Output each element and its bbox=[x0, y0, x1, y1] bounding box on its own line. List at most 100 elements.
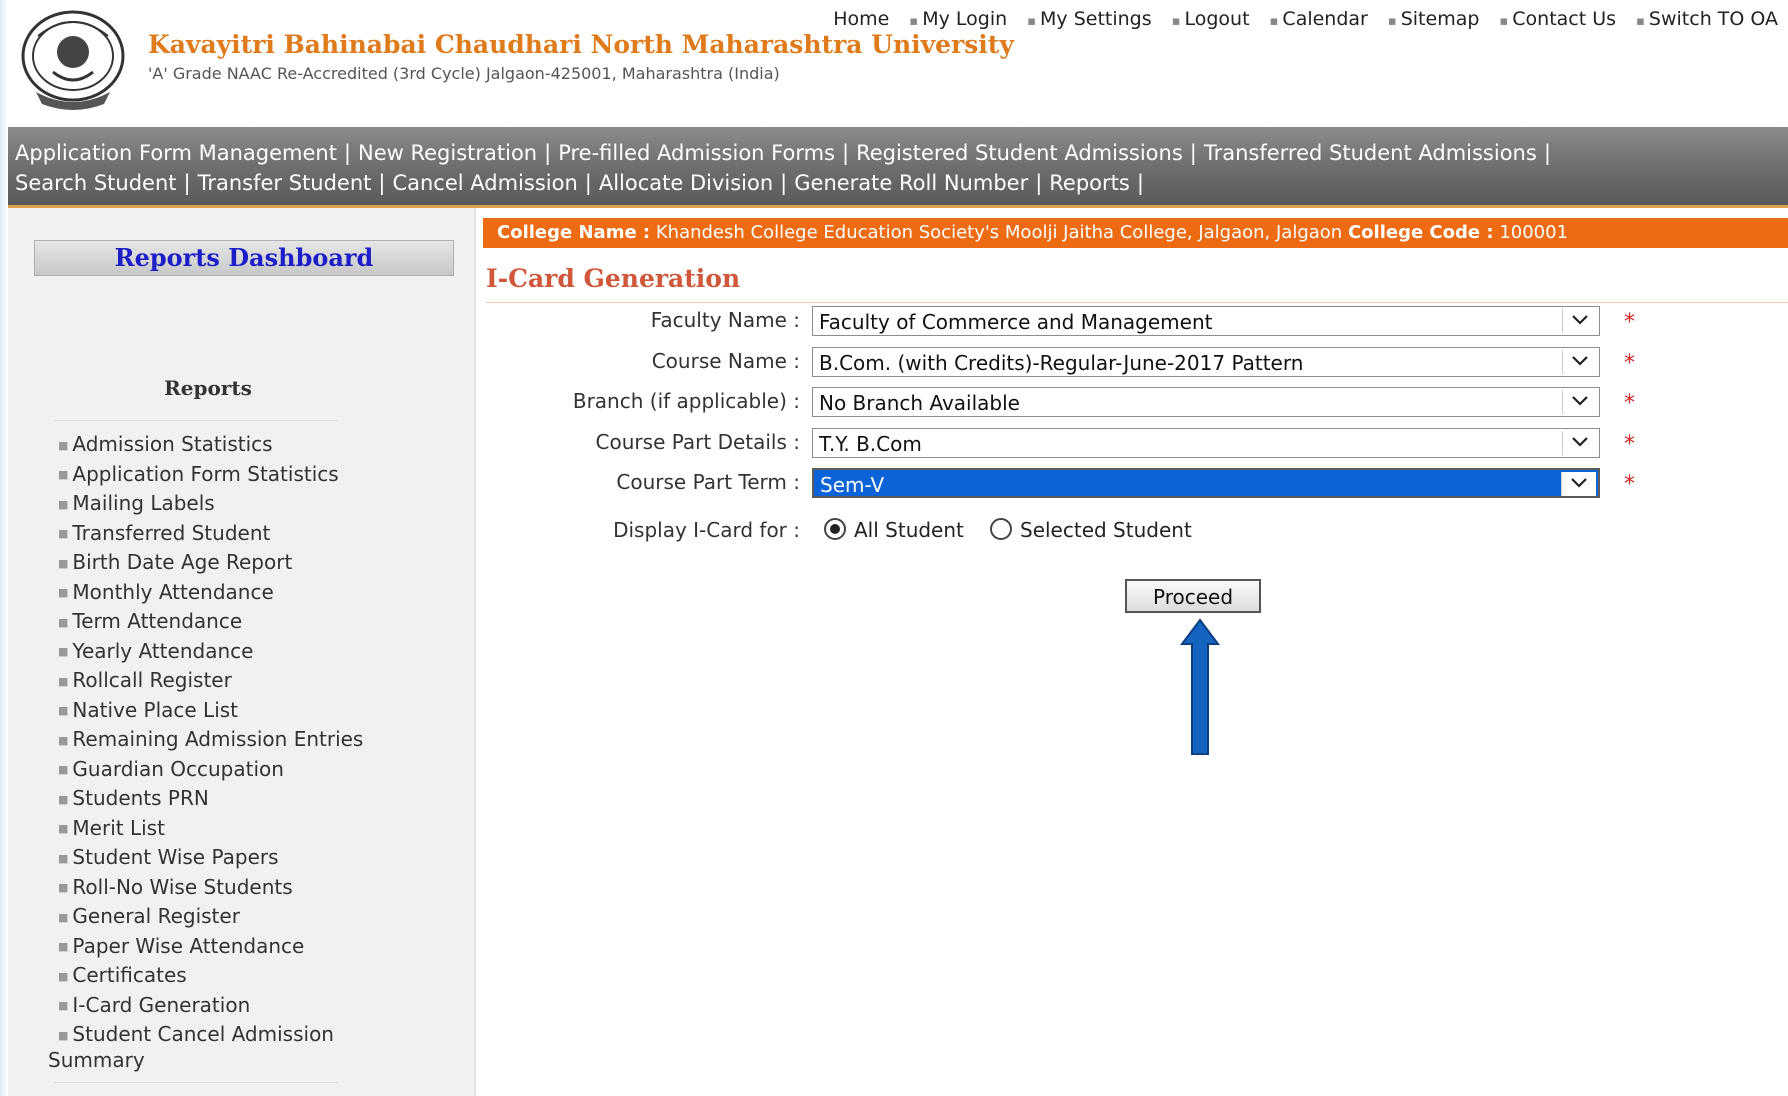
report-link-roll-no-wise-students[interactable]: ■ Roll-No Wise Students bbox=[48, 875, 378, 901]
top-link-logout[interactable]: Logout bbox=[1185, 8, 1250, 30]
university-subtitle: 'A' Grade NAAC Re-Accredited (3rd Cycle)… bbox=[148, 64, 780, 83]
bullet-icon: ■ bbox=[58, 586, 69, 599]
report-link-remaining-admission-entries[interactable]: ■ Remaining Admission Entries bbox=[48, 727, 378, 753]
title-divider bbox=[486, 302, 1788, 303]
report-link-application-form-statistics[interactable]: ■ Application Form Statistics bbox=[48, 462, 378, 488]
report-link-yearly-attendance[interactable]: ■ Yearly Attendance bbox=[48, 639, 378, 665]
nav-transferred-student-admissions[interactable]: Transferred Student Admissions bbox=[1204, 141, 1537, 165]
link-separator: ▪ bbox=[1027, 14, 1037, 29]
required-marker: * bbox=[1624, 391, 1635, 416]
reports-dashboard-title[interactable]: Reports Dashboard bbox=[34, 240, 454, 276]
left-decoration bbox=[0, 0, 8, 1096]
college-code-label: College Code : bbox=[1347, 222, 1494, 243]
college-info-bar: College Name : Khandesh College Educatio… bbox=[483, 218, 1788, 248]
form-row-faculty: Faculty Name : Faculty of Commerce and M… bbox=[486, 306, 1786, 340]
nav-registered-student-admissions[interactable]: Registered Student Admissions bbox=[856, 141, 1183, 165]
nav-new-registration[interactable]: New Registration bbox=[358, 141, 537, 165]
radio-selected-student-label[interactable]: Selected Student bbox=[1020, 518, 1192, 542]
course-part-term-label: Course Part Term : bbox=[616, 470, 800, 494]
nav-separator: | bbox=[780, 171, 788, 195]
nav-application-form-management[interactable]: Application Form Management bbox=[15, 141, 337, 165]
report-link-i-card-generation[interactable]: ■ I-Card Generation bbox=[48, 993, 378, 1019]
bullet-icon: ■ bbox=[58, 468, 69, 481]
report-link-native-place-list[interactable]: ■ Native Place List bbox=[48, 698, 378, 724]
reports-sidebar: Reports Dashboard Reports ■ Admission Sta… bbox=[8, 208, 476, 1096]
report-link-term-attendance[interactable]: ■ Term Attendance bbox=[48, 609, 378, 635]
proceed-button[interactable]: Proceed bbox=[1125, 579, 1261, 613]
bullet-icon: ■ bbox=[58, 704, 69, 717]
report-link-transferred-student[interactable]: ■ Transferred Student bbox=[48, 521, 378, 547]
report-link-students-prn[interactable]: ■ Students PRN bbox=[48, 786, 378, 812]
report-link-merit-list[interactable]: ■ Merit List bbox=[48, 816, 378, 842]
link-separator: ▪ bbox=[1499, 14, 1509, 29]
bullet-icon: ■ bbox=[58, 792, 69, 806]
bullet-icon: ■ bbox=[58, 527, 69, 540]
radio-all-student-label[interactable]: All Student bbox=[854, 518, 964, 542]
bullet-icon: ■ bbox=[58, 881, 69, 894]
nav-separator: | bbox=[343, 141, 351, 165]
college-name-label: College Name : bbox=[497, 222, 651, 243]
radio-all-student[interactable] bbox=[824, 518, 846, 540]
nav-cancel-admission[interactable]: Cancel Admission bbox=[392, 171, 577, 195]
radio-selected-student[interactable] bbox=[990, 518, 1012, 540]
report-link-birth-date-age-report[interactable]: ■ Birth Date Age Report bbox=[48, 550, 378, 576]
nav-reports[interactable]: Reports bbox=[1049, 171, 1130, 195]
top-link-my-settings[interactable]: My Settings bbox=[1040, 8, 1152, 30]
nav-allocate-division[interactable]: Allocate Division bbox=[599, 171, 773, 195]
nav-separator: | bbox=[1189, 141, 1197, 165]
chevron-down-icon[interactable] bbox=[1561, 472, 1596, 496]
report-link-student-cancel-admission-summary[interactable]: ■ Student Cancel Admission Summary bbox=[48, 1022, 378, 1072]
course-name-value: B.Com. (with Credits)-Regular-June-2017 … bbox=[819, 351, 1304, 375]
report-link-general-register[interactable]: ■ General Register bbox=[48, 904, 378, 930]
divider bbox=[54, 1082, 338, 1083]
nav-pre-filled-admission-forms[interactable]: Pre-filled Admission Forms bbox=[558, 141, 835, 165]
chevron-down-icon[interactable] bbox=[1562, 309, 1597, 333]
top-link-switch-to-oa[interactable]: Switch TO OA bbox=[1649, 8, 1778, 30]
display-icard-row: Display I-Card for : All Student Selecte… bbox=[486, 516, 1486, 550]
report-link-mailing-labels[interactable]: ■ Mailing Labels bbox=[48, 491, 378, 517]
top-link-sitemap[interactable]: Sitemap bbox=[1401, 8, 1480, 30]
branch-label: Branch (if applicable) : bbox=[572, 389, 800, 413]
link-separator: ▪ bbox=[1171, 14, 1181, 29]
university-name: Kavayitri Bahinabai Chaudhari North Maha… bbox=[148, 30, 1014, 59]
chevron-down-icon[interactable] bbox=[1562, 390, 1597, 414]
bullet-icon: ■ bbox=[58, 645, 69, 658]
report-link-admission-statistics[interactable]: ■ Admission Statistics bbox=[48, 432, 378, 458]
branch-select[interactable]: No Branch Available bbox=[812, 387, 1600, 417]
top-link-home[interactable]: Home bbox=[833, 8, 889, 30]
required-marker: * bbox=[1624, 472, 1635, 497]
report-link-monthly-attendance[interactable]: ■ Monthly Attendance bbox=[48, 580, 378, 606]
top-link-contact-us[interactable]: Contact Us bbox=[1512, 8, 1616, 30]
course-part-term-select[interactable]: Sem-V bbox=[812, 468, 1600, 498]
chevron-down-icon[interactable] bbox=[1562, 350, 1597, 374]
bullet-icon: ■ bbox=[58, 1028, 69, 1042]
bullet-icon: ■ bbox=[58, 556, 69, 570]
navbar-row-1: Application Form Management | New Registra… bbox=[15, 141, 1558, 165]
reports-list: ■ Admission Statistics ■ Application Form … bbox=[48, 432, 378, 1076]
report-link-student-wise-papers[interactable]: ■ Student Wise Papers bbox=[48, 845, 378, 871]
site-header: Kavayitri Bahinabai Chaudhari North Maha… bbox=[8, 0, 1788, 127]
course-name-label: Course Name : bbox=[651, 349, 800, 373]
chevron-down-icon[interactable] bbox=[1562, 431, 1597, 455]
nav-separator: | bbox=[1035, 171, 1043, 195]
report-link-certificates[interactable]: ■ Certificates bbox=[48, 963, 378, 989]
required-marker: * bbox=[1624, 310, 1635, 335]
nav-generate-roll-number[interactable]: Generate Roll Number bbox=[794, 171, 1028, 195]
course-name-select[interactable]: B.Com. (with Credits)-Regular-June-2017 … bbox=[812, 347, 1600, 377]
report-link-paper-wise-attendance[interactable]: ■ Paper Wise Attendance bbox=[48, 934, 378, 960]
report-link-rollcall-register[interactable]: ■ Rollcall Register bbox=[48, 668, 378, 694]
link-separator: ▪ bbox=[909, 14, 919, 29]
top-link-calendar[interactable]: Calendar bbox=[1282, 8, 1367, 30]
branch-value: No Branch Available bbox=[819, 391, 1020, 415]
bullet-icon: ■ bbox=[58, 969, 69, 983]
top-link-my-login[interactable]: My Login bbox=[922, 8, 1007, 30]
faculty-name-select[interactable]: Faculty of Commerce and Management bbox=[812, 306, 1600, 336]
nav-search-student[interactable]: Search Student bbox=[15, 171, 177, 195]
course-part-details-select[interactable]: T.Y. B.Com bbox=[812, 428, 1600, 458]
nav-separator: | bbox=[1136, 171, 1144, 195]
university-logo bbox=[18, 8, 128, 112]
form-row-course-part-term: Course Part Term : Sem-V * bbox=[486, 468, 1786, 502]
report-link-guardian-occupation[interactable]: ■ Guardian Occupation bbox=[48, 757, 378, 783]
bullet-icon: ■ bbox=[58, 497, 69, 511]
nav-transfer-student[interactable]: Transfer Student bbox=[198, 171, 372, 195]
